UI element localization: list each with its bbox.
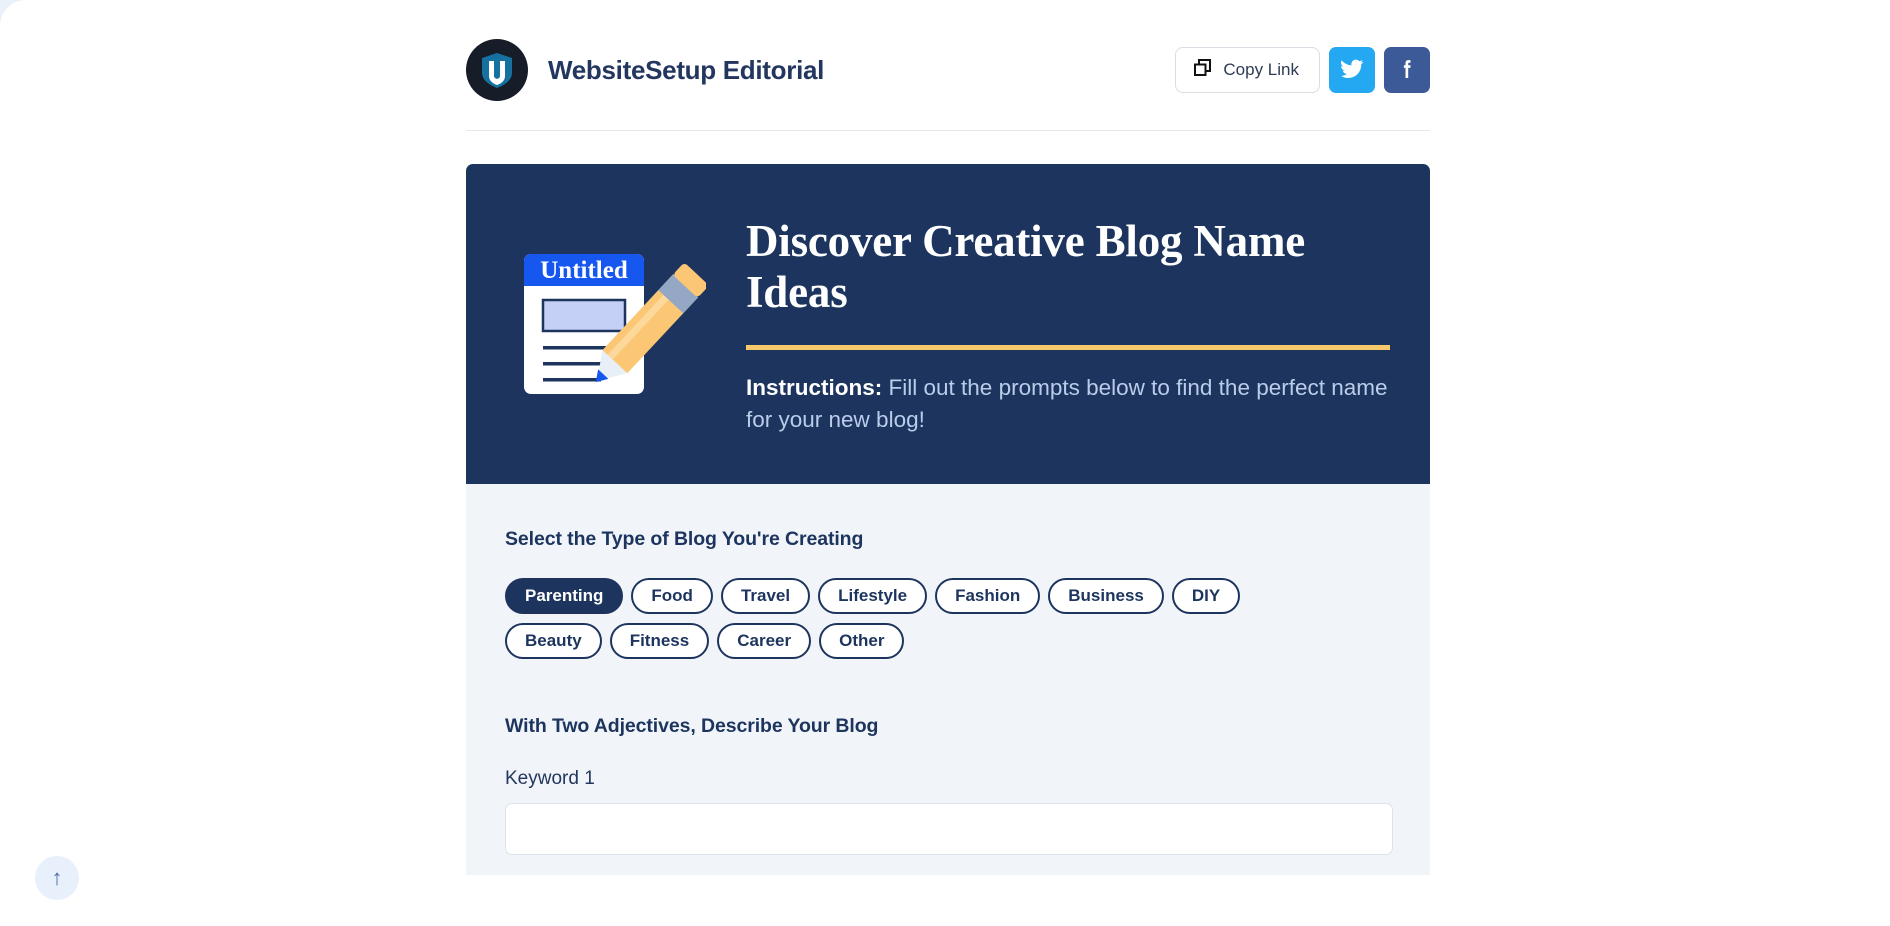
facebook-icon bbox=[1395, 57, 1419, 84]
hero-instructions: Instructions: Fill out the prompts below… bbox=[746, 372, 1390, 436]
arrow-up-icon: ↑ bbox=[51, 865, 63, 890]
share-button-group: Copy Link bbox=[1175, 47, 1430, 93]
blog-type-section-title: Select the Type of Blog You're Creating bbox=[505, 528, 864, 550]
facebook-share-button[interactable] bbox=[1384, 47, 1430, 93]
blog-type-pill[interactable]: Other bbox=[819, 623, 905, 659]
copy-icon bbox=[1193, 58, 1212, 82]
blog-type-pill-group: Parenting Food Travel Lifestyle Fashion Busin… bbox=[505, 578, 1305, 659]
header-divider bbox=[466, 130, 1430, 131]
copy-link-label: Copy Link bbox=[1223, 60, 1299, 79]
adjectives-section-title: With Two Adjectives, Describe Your Blog bbox=[505, 715, 879, 737]
blog-type-pill[interactable]: Food bbox=[631, 578, 713, 614]
twitter-share-button[interactable] bbox=[1329, 47, 1375, 93]
site-header: WebsiteSetup Editorial Copy Link bbox=[466, 0, 1430, 118]
brand: WebsiteSetup Editorial bbox=[466, 39, 824, 101]
page-shell: WebsiteSetup Editorial Copy Link Untitle… bbox=[0, 0, 1890, 926]
content-column: WebsiteSetup Editorial Copy Link Untitle… bbox=[466, 0, 1430, 875]
copy-link-button[interactable]: Copy Link bbox=[1175, 47, 1320, 93]
hero-banner: Untitled Discover Creative Blog Name Ide… bbox=[466, 164, 1430, 484]
scroll-to-top-button[interactable]: ↑ bbox=[35, 856, 79, 900]
blog-type-pill[interactable]: Career bbox=[717, 623, 812, 659]
blog-type-pill[interactable]: DIY bbox=[1171, 578, 1241, 614]
blog-type-pill[interactable]: Lifestyle bbox=[818, 578, 928, 614]
svg-text:Untitled: Untitled bbox=[540, 257, 628, 284]
brand-name: WebsiteSetup Editorial bbox=[548, 54, 825, 85]
blog-type-pill[interactable]: Beauty bbox=[505, 623, 602, 659]
blog-type-pill[interactable]: Fitness bbox=[609, 623, 710, 659]
blog-type-pill[interactable]: Fashion bbox=[935, 578, 1041, 614]
keyword1-input[interactable] bbox=[505, 803, 1393, 855]
twitter-icon bbox=[1340, 57, 1364, 84]
hero-text: Discover Creative Blog Name Ideas Instru… bbox=[746, 212, 1390, 436]
form-panel: Select the Type of Blog You're Creating … bbox=[466, 484, 1430, 875]
blog-type-pill[interactable]: Parenting bbox=[505, 578, 624, 614]
shield-logo-icon bbox=[466, 39, 528, 101]
instructions-label: Instructions: bbox=[746, 374, 883, 400]
blog-type-pill[interactable]: Travel bbox=[720, 578, 811, 614]
keyword1-label: Keyword 1 bbox=[505, 768, 595, 789]
hero-divider bbox=[746, 344, 1390, 350]
document-and-pencil-icon: Untitled bbox=[516, 234, 708, 414]
blog-type-pill[interactable]: Business bbox=[1048, 578, 1164, 614]
page-title: Discover Creative Blog Name Ideas bbox=[746, 216, 1306, 317]
